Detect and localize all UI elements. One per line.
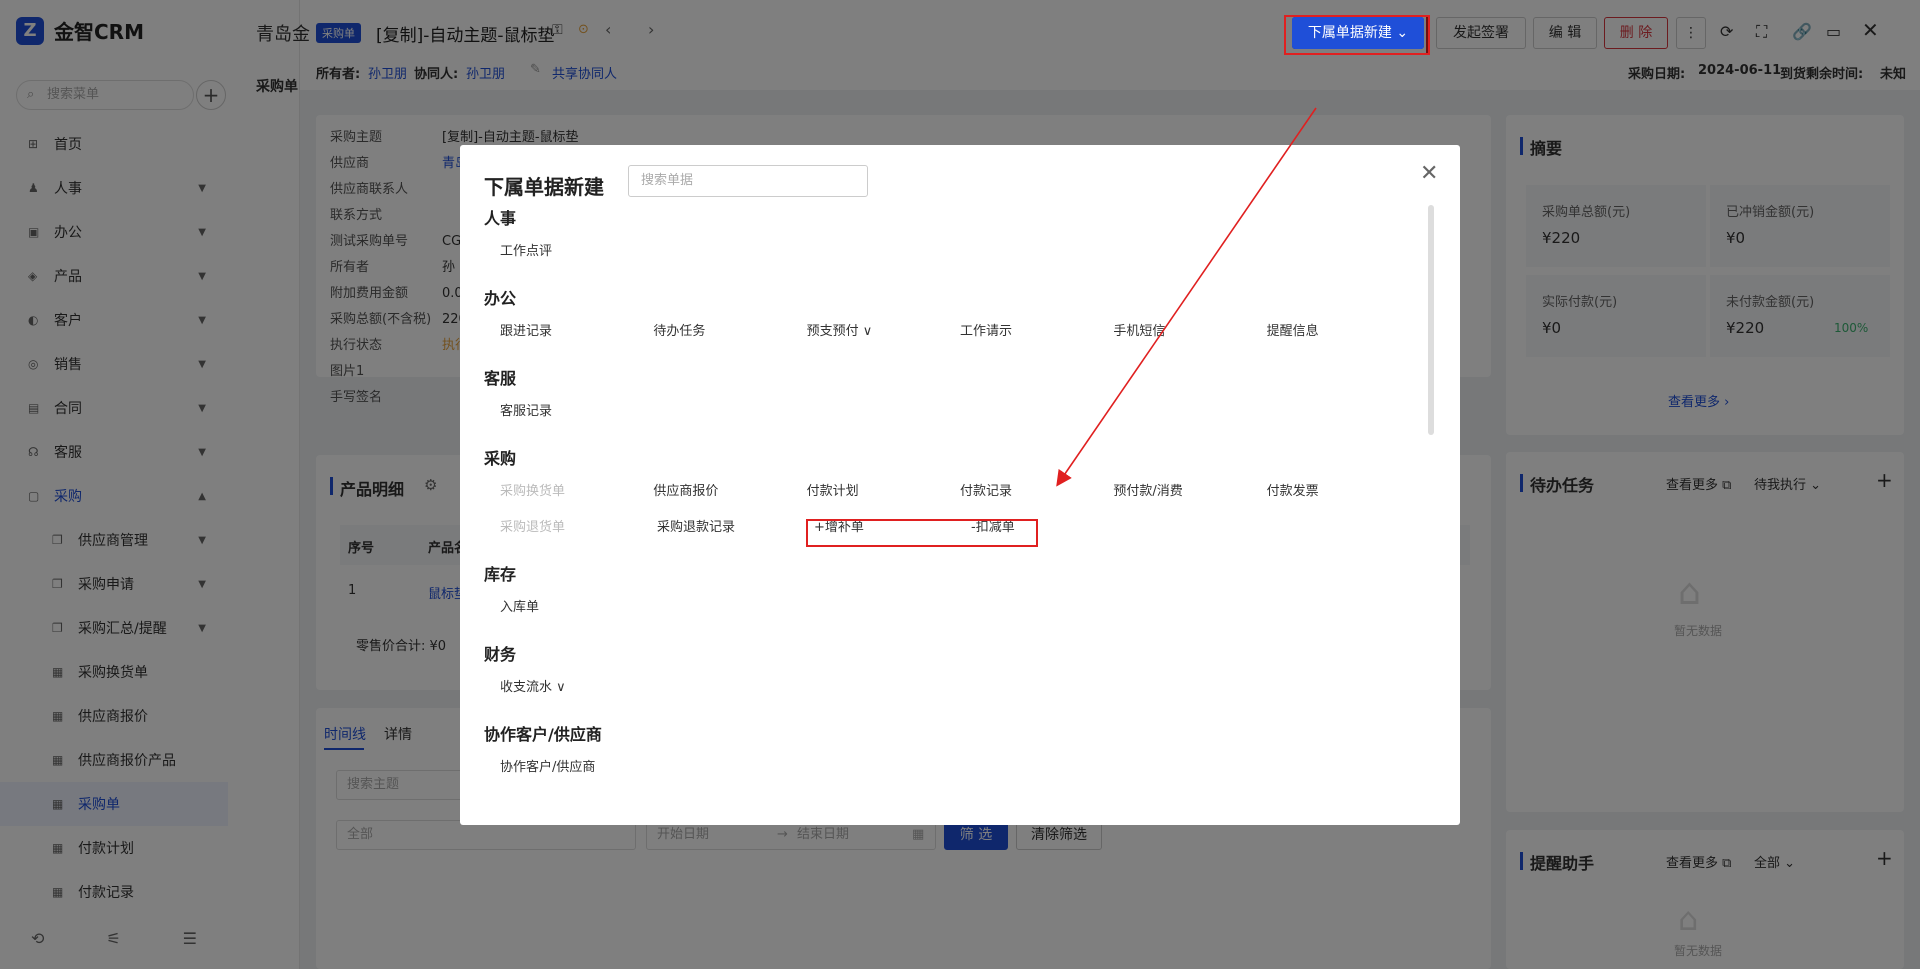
annotation-arrow <box>1056 107 1317 487</box>
